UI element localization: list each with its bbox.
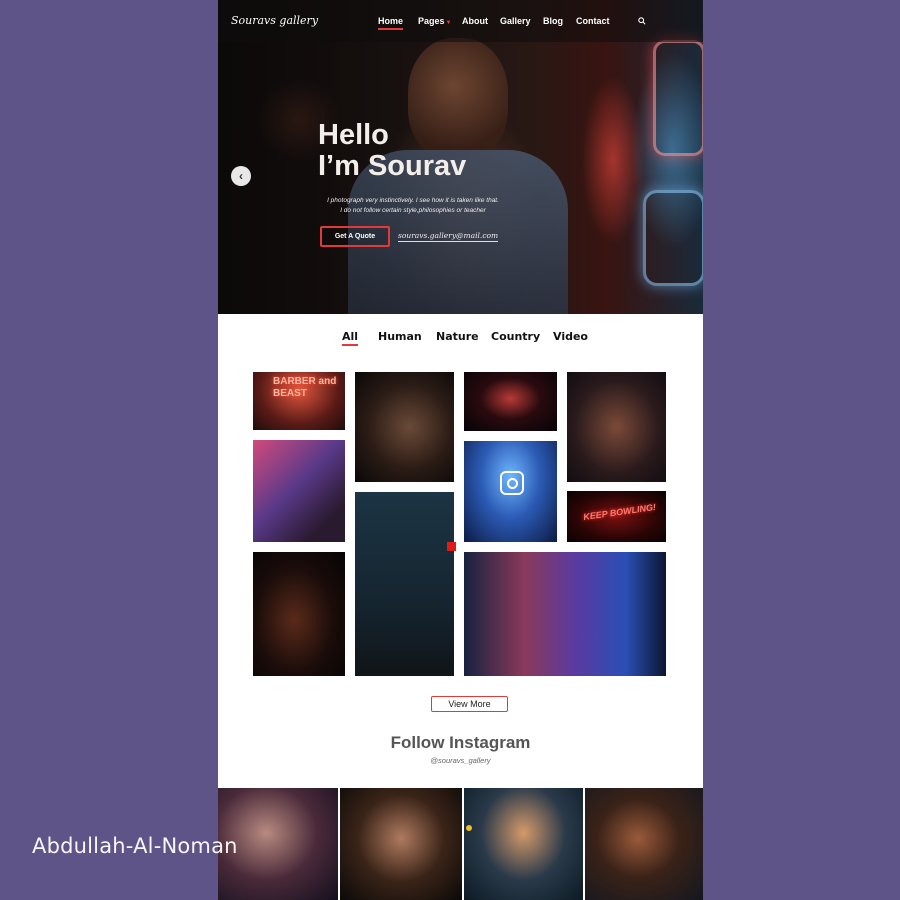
tab-all[interactable]: All <box>342 330 359 346</box>
instagram-post[interactable] <box>464 788 583 900</box>
instagram-post[interactable] <box>340 788 462 900</box>
chevron-down-icon: ▼ <box>445 20 452 26</box>
view-more-button[interactable]: View More <box>431 696 508 712</box>
hero-title: Hello I’m Sourav <box>318 120 466 182</box>
instagram-handle[interactable]: @souravs_gallery <box>218 756 703 765</box>
indicator-dot <box>466 825 472 831</box>
tab-human[interactable]: Human <box>378 330 422 343</box>
nav-pages[interactable]: Pages▼ <box>418 16 451 26</box>
hero-description-line-1: I photograph very instinctively. I see h… <box>327 197 499 204</box>
gallery-item-pink-light[interactable] <box>253 440 345 542</box>
nav-home[interactable]: Home <box>378 16 404 30</box>
neon-sign-text: KEEP BOWLING! <box>582 501 657 523</box>
email-link[interactable]: souravs.gallery@mail.com <box>398 231 499 242</box>
top-navbar: Souravs gallery Home Pages▼ About Galler… <box>218 0 703 42</box>
hero-description: I photograph very instinctively. I see h… <box>318 196 508 216</box>
instagram-strip <box>218 788 703 900</box>
nav-gallery[interactable]: Gallery <box>500 16 531 26</box>
instagram-post[interactable] <box>585 788 703 900</box>
tab-video[interactable]: Video <box>553 330 588 343</box>
hero-description-line-2: I do not follow certain style,philosophi… <box>340 207 486 214</box>
nav-about[interactable]: About <box>462 16 488 26</box>
tab-country[interactable]: Country <box>491 330 540 343</box>
hero-title-line-2: I’m Sourav <box>318 150 467 182</box>
search-icon[interactable] <box>638 17 646 25</box>
tab-nature[interactable]: Nature <box>436 330 479 343</box>
gallery-item-portrait-glasses[interactable] <box>567 372 666 482</box>
gallery-item-barber-neon[interactable]: BARBER and BEAST <box>253 372 345 430</box>
designer-watermark: Abdullah-Al-Noman <box>32 834 238 858</box>
nav-home-label: Home <box>378 16 404 26</box>
page: Souravs gallery Home Pages▼ About Galler… <box>218 0 703 900</box>
gallery-item-smoke-portrait[interactable] <box>464 552 666 676</box>
filter-tabs: All Human Nature Country Video <box>218 330 703 350</box>
nav-pages-label: Pages <box>418 16 445 26</box>
gallery-item-shutter-portrait[interactable] <box>355 492 454 676</box>
chevron-left-icon[interactable]: ‹ <box>231 166 251 186</box>
nav-contact[interactable]: Contact <box>576 16 610 26</box>
follow-instagram-title: Follow Instagram <box>390 733 531 752</box>
gallery-item-bowling-neon[interactable]: KEEP BOWLING! <box>567 491 666 542</box>
instagram-icon <box>500 471 524 495</box>
hero-section: Souravs gallery Home Pages▼ About Galler… <box>218 0 703 314</box>
neon-sign-text: BARBER and BEAST <box>273 376 337 399</box>
gallery-item-crouching-portrait[interactable] <box>253 552 345 676</box>
gallery-item-neon-mask[interactable] <box>464 372 557 431</box>
hero-title-line-1: Hello <box>318 119 389 151</box>
accent-square <box>447 542 456 551</box>
gallery-item-instagram-neon[interactable] <box>464 441 557 542</box>
nav-blog[interactable]: Blog <box>543 16 563 26</box>
gallery-item-face-paint[interactable] <box>355 372 454 482</box>
brand-logo[interactable]: Souravs gallery <box>231 14 318 27</box>
get-a-quote-button[interactable]: Get A Quote <box>320 226 390 247</box>
